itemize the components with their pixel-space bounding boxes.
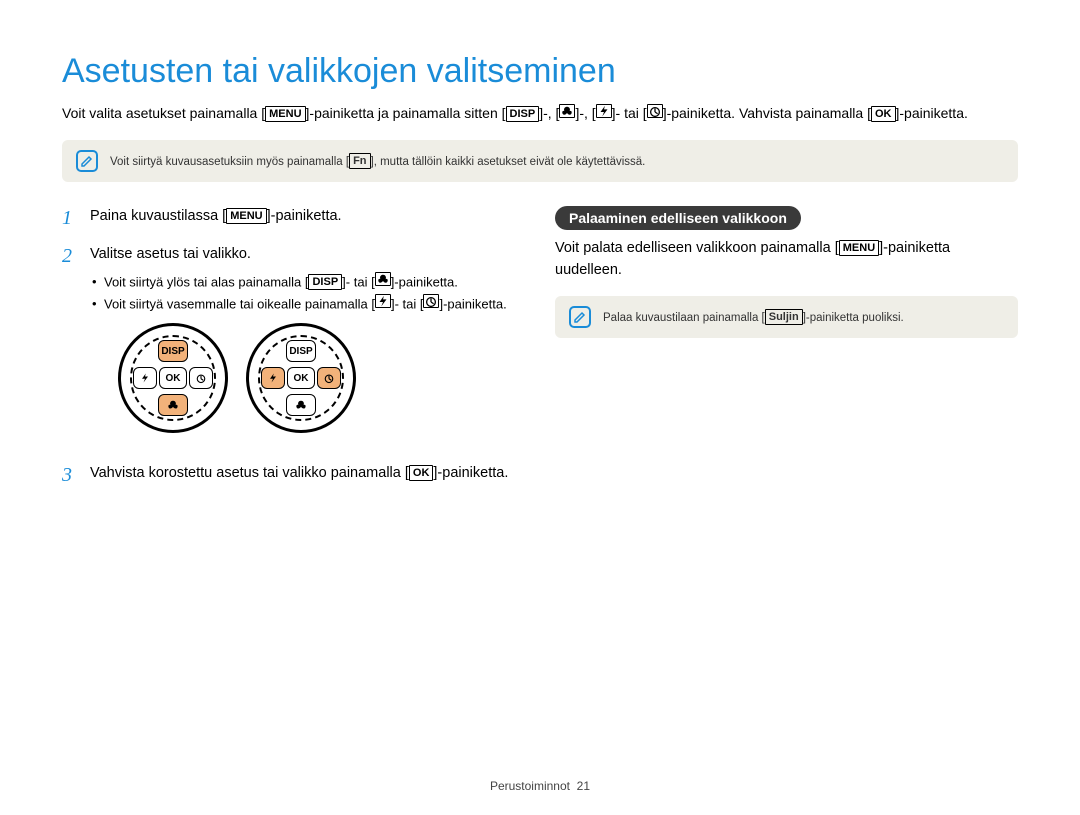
dial-illustrations: DISP OK DISP OK (118, 323, 507, 433)
right-paragraph: Voit palata edelliseen valikkoon painama… (555, 238, 1018, 282)
dial-macro-button (158, 394, 188, 416)
dial-ok-button: OK (159, 367, 187, 389)
dial-flash-button (261, 367, 285, 389)
flash-icon (596, 104, 612, 118)
note-text-part: ]-painiketta puoliksi. (803, 312, 904, 324)
dial-ok-button: OK (287, 367, 315, 389)
dial-timer-button (189, 367, 213, 389)
step-text: ]-painiketta. (267, 208, 342, 224)
page-title: Asetusten tai valikkojen valitseminen (62, 52, 1018, 91)
right-text: Voit palata edelliseen valikkoon painama… (555, 240, 839, 256)
page-footer: Perustoiminnot 21 (0, 779, 1080, 793)
intro-text: ]-painiketta. (896, 105, 968, 121)
note-icon (569, 306, 591, 328)
bullet-item: Voit siirtyä vasemmalle tai oikealle pai… (90, 294, 507, 314)
ok-key: OK (409, 465, 434, 481)
note-text-part: Voit siirtyä kuvausasetuksiin myös paina… (110, 156, 349, 168)
footer-label: Perustoiminnot (490, 779, 570, 793)
bullet-text: Voit siirtyä ylös tai alas painamalla [ (104, 274, 308, 289)
menu-key: MENU (265, 106, 305, 122)
step-1: 1 Paina kuvaustilassa [MENU]-painiketta. (62, 206, 525, 230)
bullet-text: ]- tai [ (342, 274, 375, 289)
left-column: 1 Paina kuvaustilassa [MENU]-painiketta.… (62, 206, 525, 501)
dial-macro-button (286, 394, 316, 416)
note-text-part: ], mutta tällöin kaikki asetukset eivät … (371, 156, 646, 168)
step-bullets: Voit siirtyä ylös tai alas painamalla [D… (90, 272, 507, 314)
step-body: Paina kuvaustilassa [MENU]-painiketta. (90, 206, 342, 230)
macro-icon (559, 104, 575, 118)
subsection-heading-pill: Palaaminen edelliseen valikkoon (555, 206, 801, 230)
bullet-text: ]-painiketta. (391, 274, 458, 289)
ok-key: OK (871, 106, 896, 122)
bullet-item: Voit siirtyä ylös tai alas painamalla [D… (90, 272, 507, 292)
intro-text: ]- tai [ (612, 105, 647, 121)
step-text: ]-painiketta. (433, 465, 508, 481)
dial-horizontal-highlight: DISP OK (246, 323, 356, 433)
note-box: Voit siirtyä kuvausasetuksiin myös paina… (62, 140, 1018, 182)
intro-paragraph: Voit valita asetukset painamalla [MENU]-… (62, 103, 1018, 124)
intro-text: ]-, [ (575, 105, 595, 121)
bullet-text: Voit siirtyä vasemmalle tai oikealle pai… (104, 296, 375, 311)
dial-flash-button (133, 367, 157, 389)
intro-text: ]-painiketta. Vahvista painamalla [ (663, 105, 871, 121)
step-number: 3 (62, 463, 80, 487)
disp-key: DISP (308, 274, 342, 290)
dial-disp-button: DISP (286, 340, 316, 362)
note-text-part: Palaa kuvaustilaan painamalla [ (603, 312, 765, 324)
dial-vertical-highlight: DISP OK (118, 323, 228, 433)
menu-key: MENU (839, 240, 879, 256)
macro-icon (375, 272, 391, 286)
step-3: 3 Vahvista korostettu asetus tai valikko… (62, 463, 525, 487)
dial-disp-button: DISP (158, 340, 188, 362)
fn-key: Fn (349, 153, 370, 169)
right-column: Palaaminen edelliseen valikkoon Voit pal… (555, 206, 1018, 501)
step-text: Valitse asetus tai valikko. (90, 246, 251, 262)
suljin-key: Suljin (765, 309, 803, 325)
menu-key: MENU (226, 208, 266, 224)
step-body: Vahvista korostettu asetus tai valikko p… (90, 463, 508, 487)
disp-key: DISP (506, 106, 540, 122)
timer-icon (423, 294, 439, 308)
footer-page-number: 21 (577, 779, 590, 793)
bullet-text: ]- tai [ (391, 296, 424, 311)
step-number: 2 (62, 244, 80, 449)
note-text: Palaa kuvaustilaan painamalla [Suljin]-p… (603, 309, 904, 325)
bullet-text: ]-painiketta. (439, 296, 506, 311)
step-text: Paina kuvaustilassa [ (90, 208, 226, 224)
note-icon (76, 150, 98, 172)
dial-timer-button (317, 367, 341, 389)
step-body: Valitse asetus tai valikko. Voit siirtyä… (90, 244, 507, 449)
intro-text: Voit valita asetukset painamalla [ (62, 105, 265, 121)
flash-icon (375, 294, 391, 308)
timer-icon (647, 104, 663, 118)
step-text: Vahvista korostettu asetus tai valikko p… (90, 465, 409, 481)
note-text: Voit siirtyä kuvausasetuksiin myös paina… (110, 153, 645, 169)
note-box: Palaa kuvaustilaan painamalla [Suljin]-p… (555, 296, 1018, 338)
content-columns: 1 Paina kuvaustilassa [MENU]-painiketta.… (62, 206, 1018, 501)
intro-text: ]-, [ (539, 105, 559, 121)
step-2: 2 Valitse asetus tai valikko. Voit siirt… (62, 244, 525, 449)
step-number: 1 (62, 206, 80, 230)
intro-text: ]-painiketta ja painamalla sitten [ (306, 105, 506, 121)
